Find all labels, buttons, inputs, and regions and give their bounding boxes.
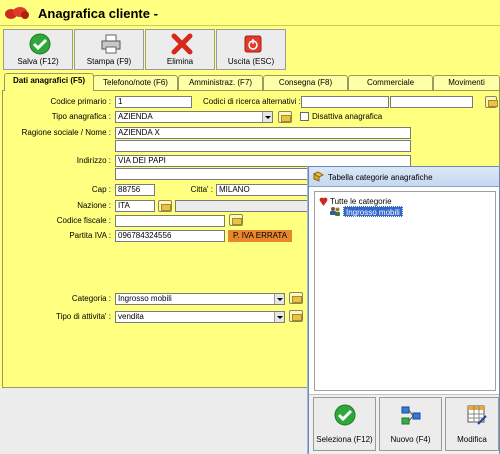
codice-primario-field[interactable]: 1 <box>115 96 192 108</box>
delete-x-icon <box>171 33 193 55</box>
indirizzo-label: Indirizzo : <box>76 156 111 165</box>
cap-label: Cap : <box>91 185 111 194</box>
codice-ricerca-field-1[interactable] <box>301 96 389 108</box>
app-logo-icon <box>5 7 29 19</box>
tipo-attivita-label: Tipo di attivita' : <box>55 312 111 321</box>
codice-primario-label: Codice primario : <box>50 97 111 106</box>
select-label: Seleziona (F12) <box>316 435 373 444</box>
nazione-field[interactable]: ITA <box>115 200 155 212</box>
printer-icon <box>101 34 121 54</box>
title-bar: Anagrafica cliente - <box>0 0 500 26</box>
tab-telefono-note[interactable]: Telefono/note (F6) <box>93 75 178 90</box>
category-tree: Tutte le categorie Ingrosso mobili <box>314 191 496 391</box>
ragione-sociale-field-2[interactable] <box>115 140 411 152</box>
tab-consegna[interactable]: Consegna (F8) <box>263 75 348 90</box>
folder-icon[interactable] <box>278 111 292 123</box>
checkmark-icon <box>29 33 51 55</box>
tab-movimenti[interactable]: Movimenti <box>433 75 500 90</box>
tipo-anagrafica-label: Tipo anagrafica : <box>51 112 111 121</box>
window-title: Anagrafica cliente - <box>38 6 158 21</box>
categoria-select[interactable]: Ingrosso mobili <box>115 293 285 305</box>
window-icon <box>313 171 324 182</box>
edit-label: Modifica <box>457 435 487 444</box>
save-label: Salva (F12) <box>17 57 59 66</box>
ragione-sociale-field[interactable]: AZIENDA X <box>115 127 411 139</box>
chevron-down-icon[interactable] <box>274 294 284 304</box>
chevron-down-icon[interactable] <box>262 112 272 122</box>
categories-window-title: Tabella categorie anagrafiche <box>328 173 433 182</box>
codici-ricerca-label: Codici di ricerca alternativi : <box>203 97 301 106</box>
tipo-attivita-select[interactable]: vendita <box>115 311 285 323</box>
categories-window: Tabella categorie anagrafiche Tutte le c… <box>308 166 500 454</box>
print-label: Stampa (F9) <box>86 57 132 66</box>
power-icon <box>244 35 262 53</box>
categories-toolbar: Seleziona (F12) Nuovo (F4) Modifica <box>309 394 499 454</box>
codice-fiscale-label: Codice fiscale : <box>56 216 111 225</box>
save-button[interactable]: Salva (F12) <box>3 29 73 70</box>
edit-grid-icon <box>467 405 487 425</box>
new-button[interactable]: Nuovo (F4) <box>379 397 442 451</box>
folder-icon[interactable] <box>289 292 303 304</box>
disattiva-label: Disattiva anagrafica <box>312 112 383 121</box>
tab-bar: Dati anagrafici (F5) Telefono/note (F6) … <box>0 73 500 91</box>
print-button[interactable]: Stampa (F9) <box>74 29 144 70</box>
cap-field[interactable]: 88756 <box>115 184 155 196</box>
hierarchy-icon <box>401 406 421 425</box>
new-label: Nuovo (F4) <box>390 435 431 444</box>
ragione-sociale-label: Ragione sociale / Nome : <box>21 128 111 137</box>
folder-icon[interactable] <box>289 310 303 322</box>
status-area <box>0 388 310 454</box>
tipo-attivita-value: vendita <box>118 312 144 321</box>
heart-icon <box>319 197 328 206</box>
disattiva-checkbox[interactable] <box>300 112 309 121</box>
users-icon <box>330 207 340 216</box>
tipo-anagrafica-value: AZIENDA <box>118 112 153 121</box>
exit-button[interactable]: Uscita (ESC) <box>216 29 286 70</box>
codice-ricerca-field-2[interactable] <box>390 96 473 108</box>
categoria-value: Ingrosso mobili <box>118 294 172 303</box>
citta-label: Citta' : <box>190 185 213 194</box>
partita-iva-label: Partita IVA : <box>69 231 111 240</box>
citta-field[interactable]: MILANO <box>216 184 308 196</box>
delete-label: Elimina <box>166 57 194 66</box>
search-codes-icon[interactable] <box>485 96 498 108</box>
categories-window-titlebar[interactable]: Tabella categorie anagrafiche <box>309 167 499 187</box>
delete-button[interactable]: Elimina <box>145 29 215 70</box>
exit-label: Uscita (ESC) <box>227 57 275 66</box>
select-button[interactable]: Seleziona (F12) <box>313 397 376 451</box>
tab-dati-anagrafici[interactable]: Dati anagrafici (F5) <box>4 73 94 91</box>
tree-item-ingrosso-mobili[interactable]: Ingrosso mobili <box>343 206 403 217</box>
edit-button[interactable]: Modifica <box>445 397 499 451</box>
folder-icon[interactable] <box>229 214 243 226</box>
checkmark-icon <box>334 404 356 426</box>
folder-icon[interactable] <box>158 200 172 212</box>
categoria-label: Categoria : <box>71 294 111 303</box>
tab-commerciale[interactable]: Commerciale <box>348 75 433 90</box>
codice-fiscale-field[interactable] <box>115 215 225 227</box>
partita-iva-field[interactable]: 096784324556 <box>115 230 225 242</box>
main-toolbar: Salva (F12) Stampa (F9) Elimina Uscita (… <box>0 27 500 72</box>
tab-amministrazione[interactable]: Amministraz. (F7) <box>178 75 263 90</box>
tree-item-root[interactable]: Tutte le categorie <box>330 197 392 206</box>
chevron-down-icon[interactable] <box>274 312 284 322</box>
nazione-label: Nazione : <box>77 201 111 210</box>
nazione-description-field <box>175 200 308 212</box>
piva-error-badge: P. IVA ERRATA <box>228 230 292 242</box>
tipo-anagrafica-select[interactable]: AZIENDA <box>115 111 273 123</box>
